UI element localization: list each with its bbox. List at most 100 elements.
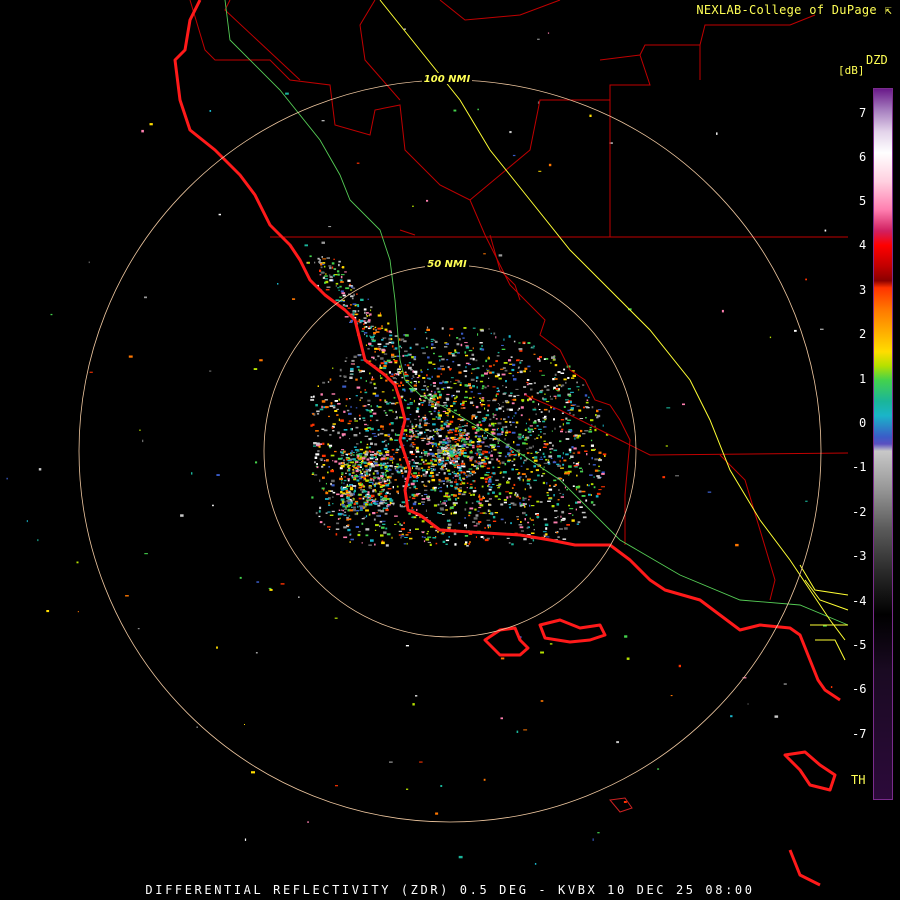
echo-cell: [360, 377, 362, 380]
echo-cell: [576, 381, 578, 384]
echo-cell: [505, 380, 507, 383]
echo-cell: [406, 406, 411, 409]
echo-cell: [533, 353, 536, 355]
echo-cell: [352, 470, 355, 473]
echo-cell: [469, 459, 473, 462]
echo-cell: [322, 258, 327, 260]
echo-cell: [375, 419, 379, 422]
echo-cell: [328, 226, 332, 228]
echo-cell: [446, 445, 448, 447]
echo-cell: [519, 361, 522, 364]
echo-cell: [321, 454, 326, 457]
echo-cell: [488, 510, 491, 513]
echo-cell: [269, 589, 273, 591]
echo-cell: [444, 412, 449, 414]
echo-cell: [394, 439, 398, 441]
echo-cell: [341, 474, 344, 476]
echo-cell: [423, 540, 426, 543]
echo-cell: [390, 402, 395, 405]
echo-cell: [453, 461, 455, 464]
echo-cell: [515, 426, 517, 428]
echo-cell: [386, 504, 388, 507]
echo-cell: [495, 479, 499, 481]
echo-cell: [526, 448, 529, 450]
echo-cell: [410, 482, 415, 486]
echo-cell: [329, 434, 332, 436]
echo-cell: [331, 426, 334, 429]
echo-cell: [735, 543, 739, 547]
echo-cell: [428, 361, 433, 364]
echo-cell: [437, 503, 440, 506]
echo-cell: [430, 471, 434, 475]
echo-cell: [409, 398, 412, 400]
echo-cell: [320, 266, 323, 269]
echo-cell: [431, 443, 436, 446]
echo-cell: [364, 333, 366, 336]
echo-cell: [339, 436, 342, 439]
echo-cell: [532, 421, 537, 424]
echo-cell: [381, 526, 385, 529]
echo-cell: [476, 453, 478, 456]
echo-cell: [519, 497, 521, 500]
echo-cell: [348, 503, 352, 507]
echo-cell: [576, 386, 580, 388]
echo-cell: [432, 418, 436, 420]
echo-cell: [335, 299, 340, 302]
echo-cell: [434, 406, 437, 410]
echo-cell: [461, 332, 464, 335]
echo-cell: [547, 462, 551, 465]
echo-cell: [355, 407, 358, 409]
echo-cell: [341, 482, 343, 484]
echo-cell: [360, 481, 362, 484]
echo-cell: [429, 436, 434, 438]
echo-cell: [563, 368, 566, 371]
echo-cell: [344, 488, 348, 490]
echo-cell: [597, 470, 601, 472]
echo-cell: [588, 484, 590, 487]
echo-cell: [520, 406, 524, 409]
echo-cell: [468, 456, 473, 458]
echo-cell: [516, 443, 520, 446]
echo-cell: [465, 501, 468, 504]
echo-cell: [549, 484, 551, 487]
colorbar-label: -2: [852, 505, 867, 519]
echo-cell: [441, 460, 444, 462]
echo-cell: [526, 436, 530, 439]
echo-cell: [411, 427, 415, 429]
echo-cell: [440, 420, 444, 423]
echo-cell: [430, 465, 435, 467]
echo-cell: [6, 477, 8, 480]
echo-cell: [601, 486, 605, 488]
echo-cell: [381, 338, 384, 341]
echo-cell: [511, 487, 514, 489]
echo-cell: [315, 465, 318, 467]
echo-cell: [476, 466, 478, 469]
echo-cell: [426, 387, 428, 390]
echo-cell: [347, 528, 351, 532]
echo-cell: [368, 503, 373, 506]
echo-cell: [363, 503, 366, 506]
echo-cell: [559, 440, 562, 443]
echo-cell: [553, 449, 558, 452]
echo-cell: [572, 414, 575, 416]
echo-cell: [518, 433, 522, 436]
echo-cell: [539, 356, 542, 359]
echo-cell: [445, 543, 448, 545]
echo-cell: [413, 460, 415, 463]
echo-cell: [518, 455, 520, 458]
echo-cell: [435, 529, 438, 532]
echo-cell: [340, 290, 344, 293]
echo-cell: [596, 492, 601, 495]
echo-cell: [352, 469, 355, 471]
echo-cell: [341, 472, 344, 474]
echo-cell: [359, 483, 362, 486]
echo-cell: [444, 381, 448, 384]
echo-cell: [388, 479, 391, 482]
echo-cell: [403, 433, 405, 436]
echo-cell: [429, 449, 432, 451]
echo-cell: [561, 456, 564, 459]
echo-cell: [318, 260, 321, 264]
echo-cell: [322, 262, 326, 264]
echo-cell: [398, 373, 400, 376]
echo-cell: [554, 373, 557, 376]
